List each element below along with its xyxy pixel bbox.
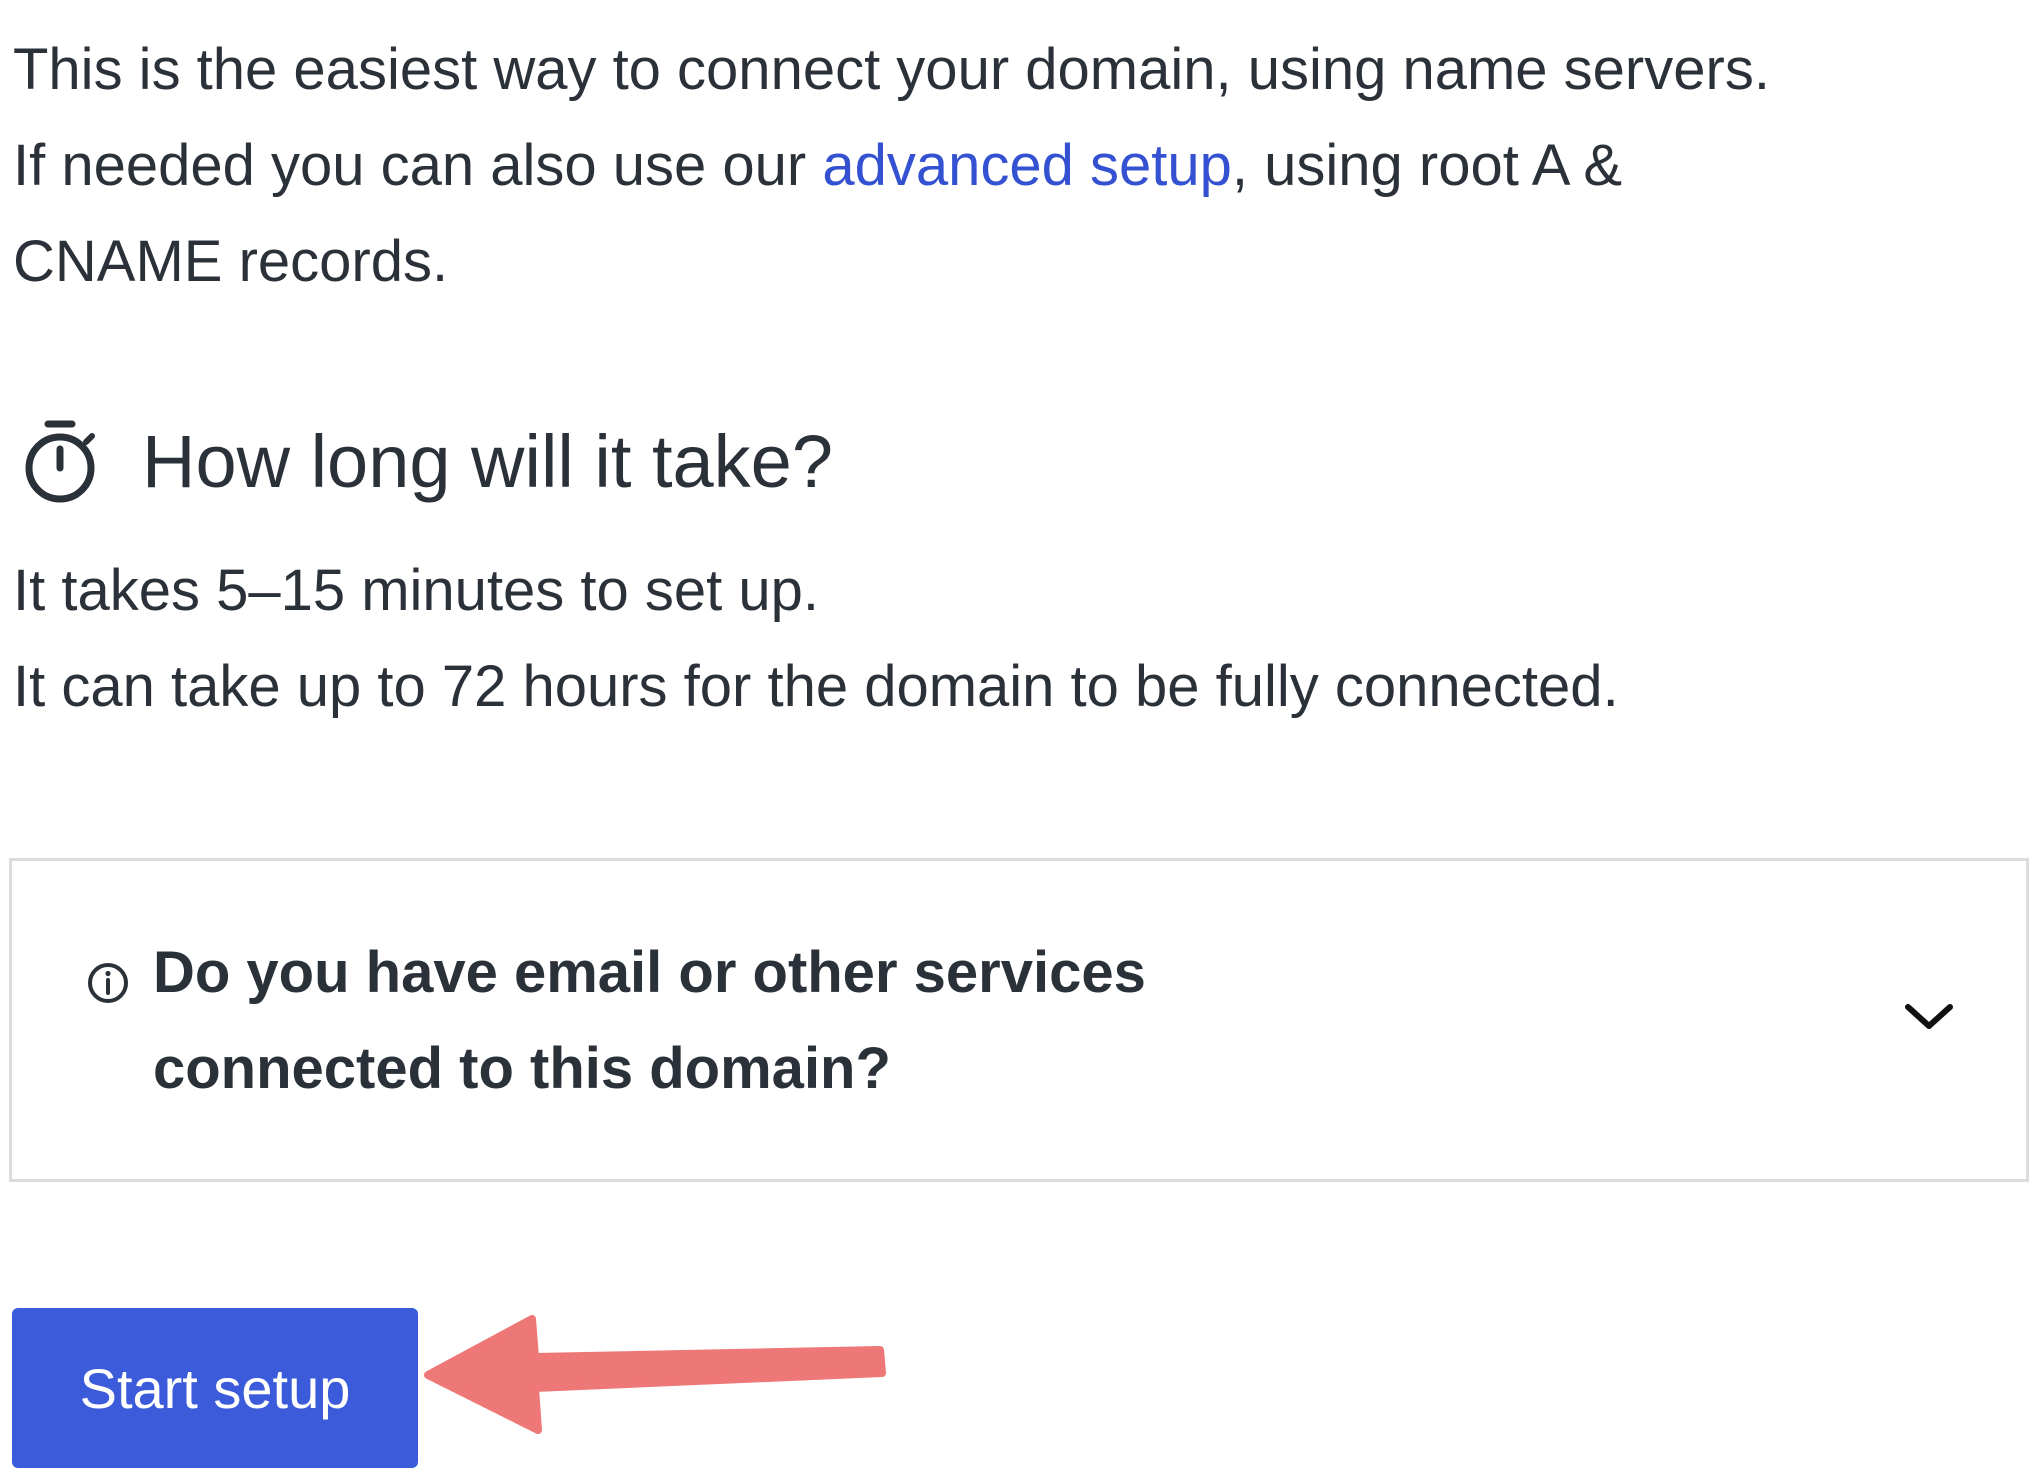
info-icon	[86, 961, 130, 1005]
intro-text: This is the easiest way to connect your …	[13, 22, 2013, 310]
start-setup-button[interactable]: Start setup	[12, 1308, 418, 1468]
advanced-setup-link[interactable]: advanced setup	[822, 133, 1232, 198]
setup-time-text: It takes 5–15 minutes to set up.	[13, 558, 820, 623]
accordion-question-line-2: connected to this domain?	[153, 1036, 891, 1101]
propagation-text: It can take up to 72 hours for the domai…	[13, 654, 1619, 719]
accordion-question-line-1: Do you have email or other services	[153, 940, 1146, 1005]
email-services-accordion[interactable]: Do you have email or other services conn…	[9, 858, 2029, 1182]
duration-text: It takes 5–15 minutes to set up. It can …	[13, 543, 1619, 735]
intro-line-2-after: , using root A &	[1231, 133, 1623, 198]
intro-line-3: CNAME records.	[13, 229, 449, 294]
chevron-down-icon[interactable]	[1902, 999, 1956, 1033]
accordion-question: Do you have email or other services conn…	[153, 925, 1353, 1117]
stopwatch-icon	[20, 414, 100, 510]
intro-line-2-before: If needed you can also use our	[13, 133, 823, 198]
arrow-left-icon	[420, 1305, 900, 1435]
intro-line-1: This is the easiest way to connect your …	[13, 37, 1770, 102]
section-title: How long will it take?	[142, 420, 833, 503]
section-heading: How long will it take?	[20, 414, 833, 510]
intro-line-2: If needed you can also use our advanced …	[13, 118, 2013, 214]
